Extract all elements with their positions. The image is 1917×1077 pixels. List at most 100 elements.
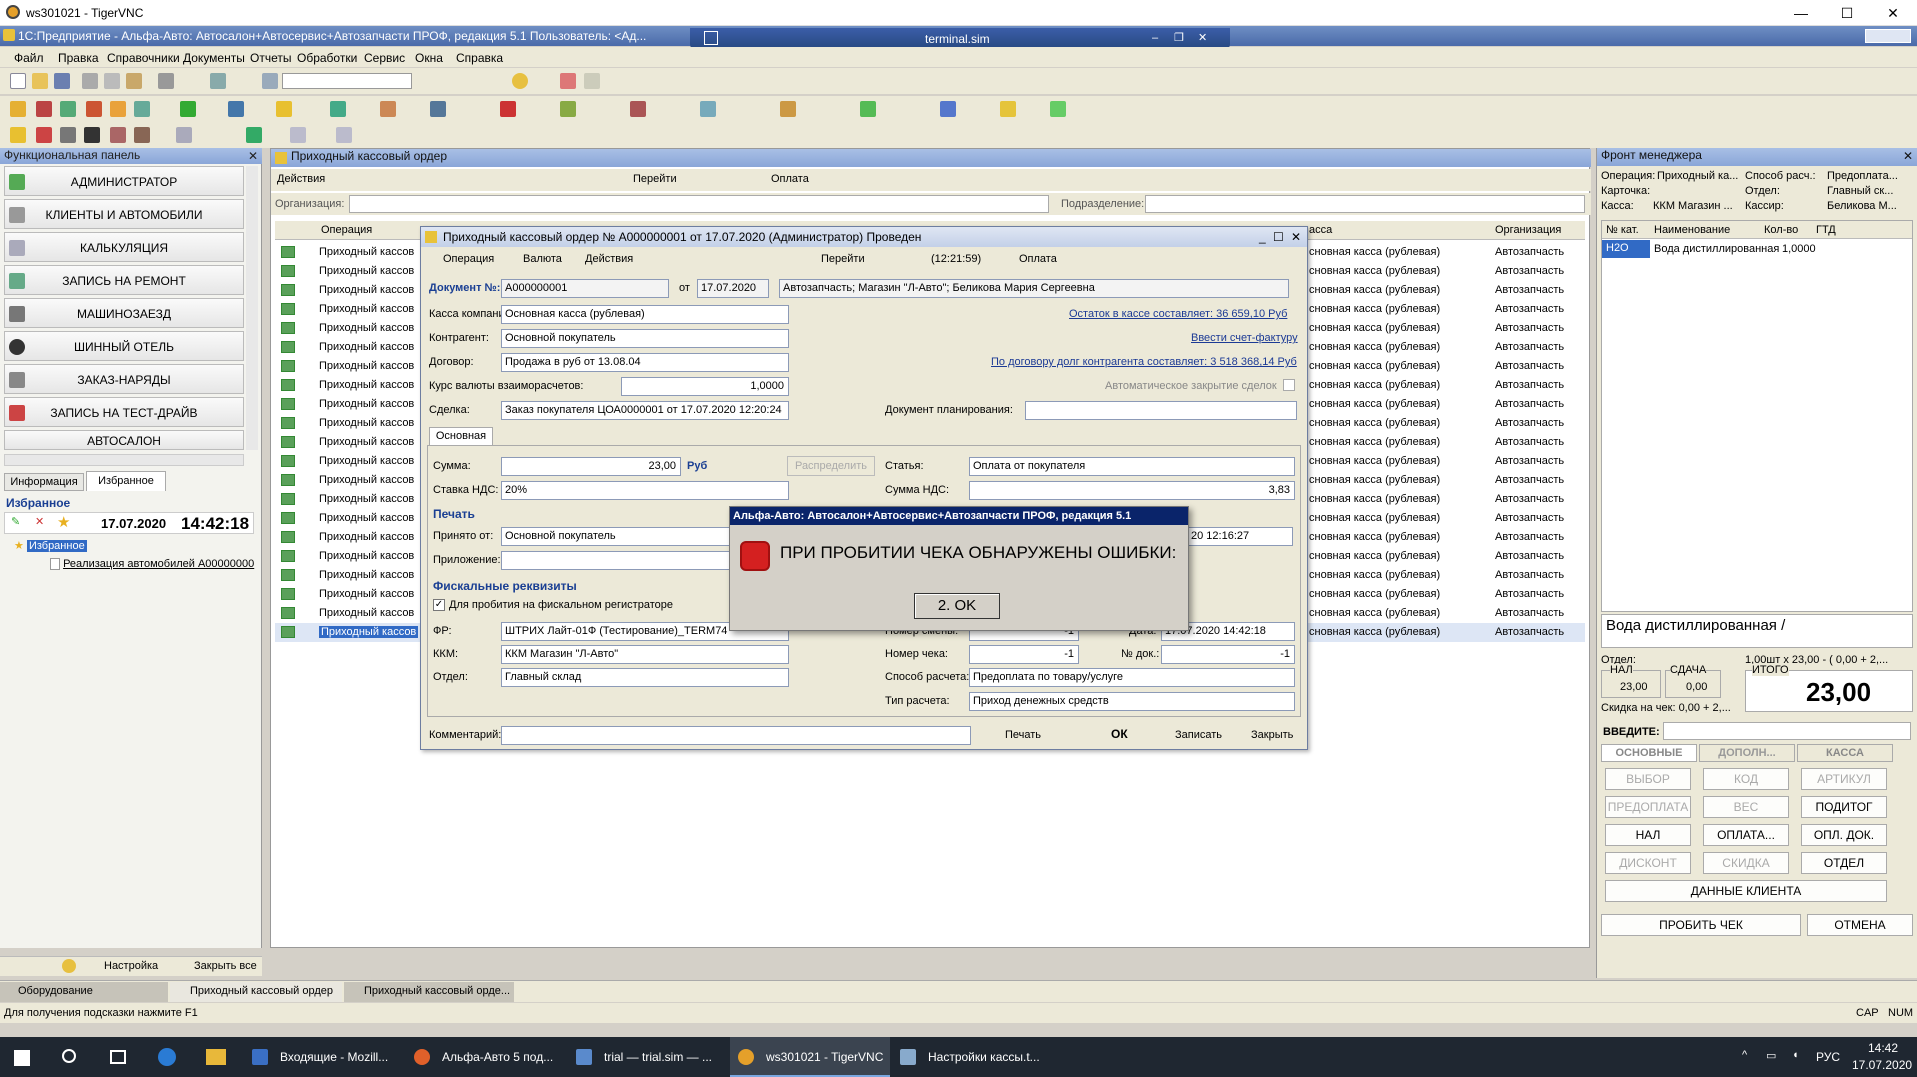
module-icon[interactable] [176, 127, 192, 143]
time-button[interactable]: (12:21:59) [931, 253, 981, 265]
btn-ves[interactable]: ВЕС [1703, 796, 1789, 818]
window-tab[interactable]: Приходный кассовый ордер [170, 982, 342, 1002]
module-icon[interactable] [940, 101, 956, 117]
module-icon[interactable] [110, 127, 126, 143]
close-button[interactable]: ✕ [1870, 0, 1916, 26]
search-icon[interactable] [62, 1049, 76, 1063]
input-field[interactable] [1663, 722, 1911, 740]
item-row[interactable]: Н2О Вода дистиллированная 1,0000 [1602, 240, 1912, 258]
tab-kassa[interactable]: КАССА [1797, 744, 1893, 762]
nav-tire-hotel-button[interactable]: ШИННЫЙ ОТЕЛЬ [4, 331, 244, 361]
client-data-button[interactable]: ДАННЫЕ КЛИЕНТА [1605, 880, 1887, 902]
col-org[interactable]: Организация [1495, 224, 1561, 236]
close-icon[interactable]: ✕ [248, 149, 258, 163]
module-icon[interactable] [1050, 101, 1066, 117]
btn-artikul[interactable]: АРТИКУЛ [1801, 768, 1887, 790]
col-cat[interactable]: № кат. [1606, 224, 1639, 236]
pencil-icon[interactable]: ✎ [11, 515, 20, 528]
actions-menu[interactable]: Действия [585, 253, 633, 265]
module-icon[interactable] [290, 127, 306, 143]
calendar-icon[interactable] [560, 73, 576, 89]
clock-time[interactable]: 14:42 [1868, 1041, 1898, 1055]
fiscal-checkbox[interactable]: ✓ [433, 599, 445, 611]
btn-poditog[interactable]: ПОДИТОГ [1801, 796, 1887, 818]
star-icon[interactable]: ★ [57, 513, 70, 531]
date-field[interactable]: 17.07.2020 [697, 279, 769, 298]
btn-diskont[interactable]: ДИСКОНТ [1605, 852, 1691, 874]
kurs-field[interactable]: 1,0000 [621, 377, 789, 396]
nds-sum-field[interactable]: 3,83 [969, 481, 1295, 500]
rdp-minimize-button[interactable]: – [1152, 32, 1158, 44]
dogovor-field[interactable]: Продажа в руб от 13.08.04 [501, 353, 789, 372]
btn-nal[interactable]: НАЛ [1605, 824, 1691, 846]
rdp-restore-button[interactable]: ❐ [1174, 31, 1184, 44]
close-all-button[interactable]: Закрыть все [194, 960, 257, 972]
tab-main[interactable]: ОСНОВНЫЕ [1601, 744, 1697, 762]
nav-admin-button[interactable]: АДМИНИСТРАТОР [4, 166, 244, 196]
nav-clients-button[interactable]: КЛИЕНТЫ И АВТОМОБИЛИ [4, 199, 244, 229]
nav-repair-button[interactable]: ЗАПИСЬ НА РЕМОНТ [4, 265, 244, 295]
comment-field[interactable] [501, 726, 971, 745]
module-icon[interactable] [330, 101, 346, 117]
alert-ok-button[interactable]: 2. OK [914, 593, 1000, 619]
tab-info[interactable]: Информация [4, 473, 84, 491]
menu-documents[interactable]: Документы [183, 51, 245, 65]
module-icon[interactable] [134, 127, 150, 143]
calculator-icon[interactable] [584, 73, 600, 89]
module-icon[interactable] [36, 127, 52, 143]
module-icon[interactable] [700, 101, 716, 117]
language-indicator[interactable]: РУС [1816, 1050, 1840, 1064]
col-operation[interactable]: Операция [321, 224, 372, 236]
plan-field[interactable] [1025, 401, 1297, 420]
nav-calc-button[interactable]: КАЛЬКУЛЯЦИЯ [4, 232, 244, 262]
org-filter-input[interactable] [349, 195, 1049, 213]
col-name[interactable]: Наименование [1654, 224, 1730, 236]
ndok-field[interactable]: -1 [1161, 645, 1295, 664]
minimize-button[interactable]: — [1778, 0, 1824, 26]
auto-close-checkbox[interactable] [1283, 379, 1295, 391]
payment-button[interactable]: Оплата [1019, 253, 1057, 265]
module-icon[interactable] [110, 101, 126, 117]
taskview-icon[interactable] [110, 1050, 126, 1064]
distribute-button[interactable]: Распределить [787, 456, 875, 476]
module-icon[interactable] [246, 127, 262, 143]
nav-testdrive-button[interactable]: ЗАПИСЬ НА ТЕСТ-ДРАЙВ [4, 397, 244, 427]
print-datetime-field[interactable]: 20 12:16:27 [1187, 527, 1293, 546]
panel-scrollbar[interactable] [246, 166, 258, 450]
task-item[interactable]: Входящие - Mozill... [244, 1037, 404, 1077]
kkm-field[interactable]: ККМ Магазин "Л-Авто" [501, 645, 789, 664]
module-icon[interactable] [276, 101, 292, 117]
dialog-maximize[interactable]: ☐ [1273, 227, 1284, 247]
summa-field[interactable]: 23,00 [501, 457, 681, 476]
module-icon[interactable] [228, 101, 244, 117]
menu-references[interactable]: Справочники [107, 51, 180, 65]
col-qty[interactable]: Кол-во [1764, 224, 1798, 236]
col-kassa[interactable]: асса [1309, 224, 1332, 236]
nds-field[interactable]: 20% [501, 481, 789, 500]
menu-help[interactable]: Справка [456, 51, 503, 65]
new-icon[interactable] [10, 73, 26, 89]
close-doc-button[interactable]: Закрыть [1251, 729, 1293, 741]
module-icon[interactable] [380, 101, 396, 117]
module-icon[interactable] [10, 127, 26, 143]
actions-menu[interactable]: Действия [277, 173, 325, 185]
h-scrollbar[interactable] [4, 454, 244, 466]
start-icon[interactable] [14, 1050, 30, 1066]
cut-icon[interactable] [82, 73, 98, 89]
tree-item[interactable]: Реализация автомобилей А00000000 [50, 558, 255, 571]
col-gtd[interactable]: ГТД [1816, 224, 1836, 236]
tree-root[interactable]: ★ Избранное [14, 539, 87, 552]
volume-icon[interactable]: ◖ [1792, 1049, 1799, 1061]
help-icon[interactable] [62, 959, 76, 973]
search-input[interactable] [282, 73, 412, 89]
menu-edit[interactable]: Правка [58, 51, 99, 65]
cancel-button[interactable]: ОТМЕНА [1807, 914, 1913, 936]
module-icon[interactable] [36, 101, 52, 117]
dollar-icon[interactable] [180, 101, 196, 117]
paste-icon[interactable] [126, 73, 142, 89]
app-window-controls[interactable] [1865, 29, 1911, 43]
ok-button[interactable]: ОК [1111, 727, 1128, 741]
btn-opl-dok[interactable]: ОПЛ. ДОК. [1801, 824, 1887, 846]
nav-autosalon-button[interactable]: АВТОСАЛОН [4, 430, 244, 450]
org-info-field[interactable]: Автозапчасть; Магазин "Л-Авто"; Беликова… [779, 279, 1289, 298]
